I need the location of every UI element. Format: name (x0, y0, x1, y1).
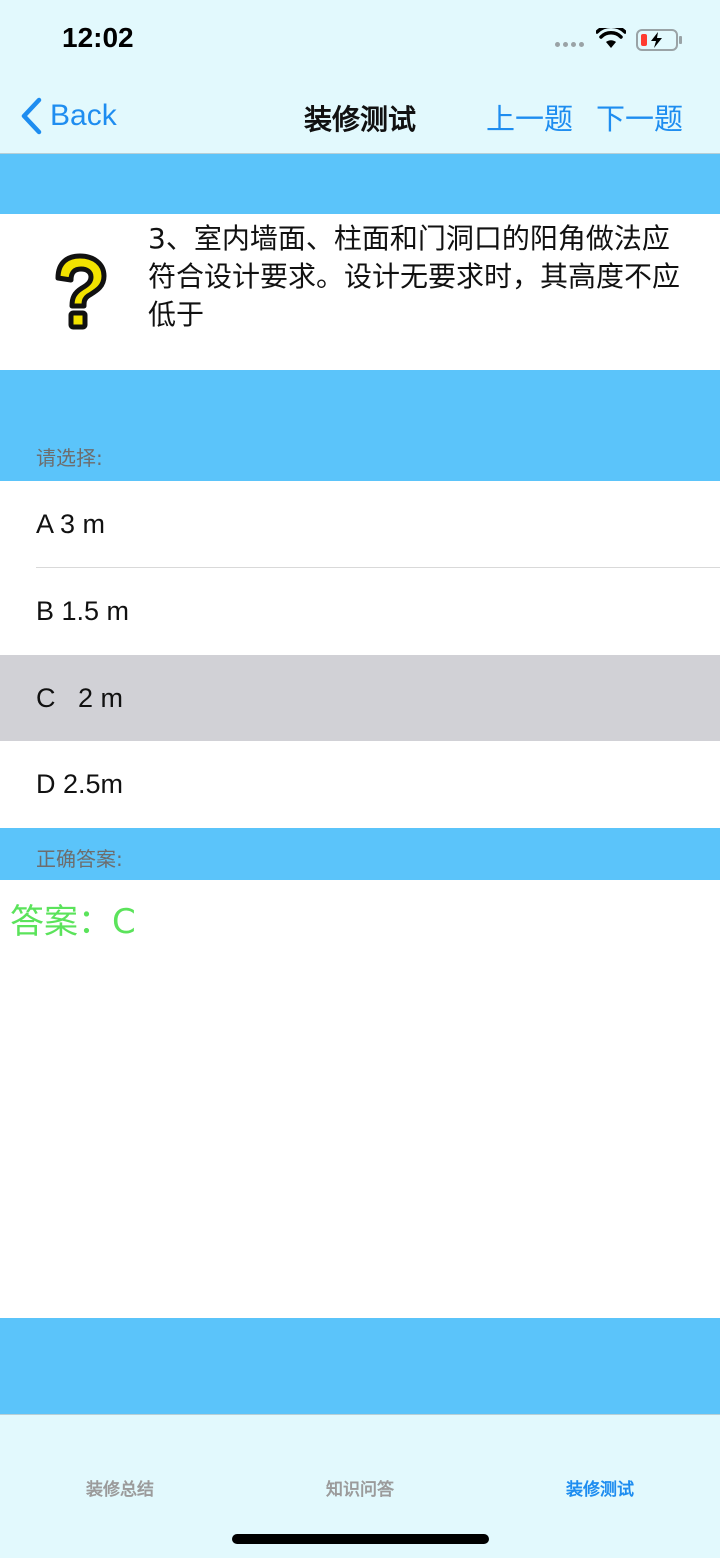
tab-knowledge-qa[interactable]: 知识问答 (240, 1475, 480, 1500)
correct-answer-label: 正确答案: (36, 847, 123, 871)
status-time: 12:02 (62, 22, 134, 53)
status-bar: 12:02 (0, 0, 720, 80)
previous-question-button[interactable]: 上一题 (486, 96, 573, 138)
tab-summary[interactable]: 装修总结 (0, 1475, 240, 1500)
wifi-icon (596, 28, 626, 48)
options-header-band (0, 370, 720, 481)
top-spacer-band (0, 154, 720, 214)
option-c[interactable]: C 2 m (0, 655, 720, 742)
battery-icon (636, 29, 682, 51)
home-indicator[interactable] (232, 1534, 489, 1544)
question-text: 3、室内墙面、柱面和门洞口的阳角做法应符合设计要求。设计无要求时，其高度不应低于 (148, 222, 681, 331)
option-d[interactable]: D 2.5m (0, 741, 720, 828)
cellular-signal-icon (555, 42, 584, 47)
answer-text: 答案：C (10, 902, 136, 942)
bottom-band (0, 1318, 720, 1414)
question-mark-icon (55, 253, 107, 330)
tab-renovation-test[interactable]: 装修测试 (480, 1475, 720, 1500)
navigation-bar: Back 装修测试 上一题 下一题 (0, 80, 720, 154)
next-question-button[interactable]: 下一题 (596, 96, 683, 138)
question-card: 3、室内墙面、柱面和门洞口的阳角做法应符合设计要求。设计无要求时，其高度不应低于 (0, 214, 720, 370)
option-b[interactable]: B 1.5 m (0, 568, 720, 655)
option-a[interactable]: A 3 m (0, 481, 720, 568)
choose-label: 请选择: (36, 446, 103, 470)
